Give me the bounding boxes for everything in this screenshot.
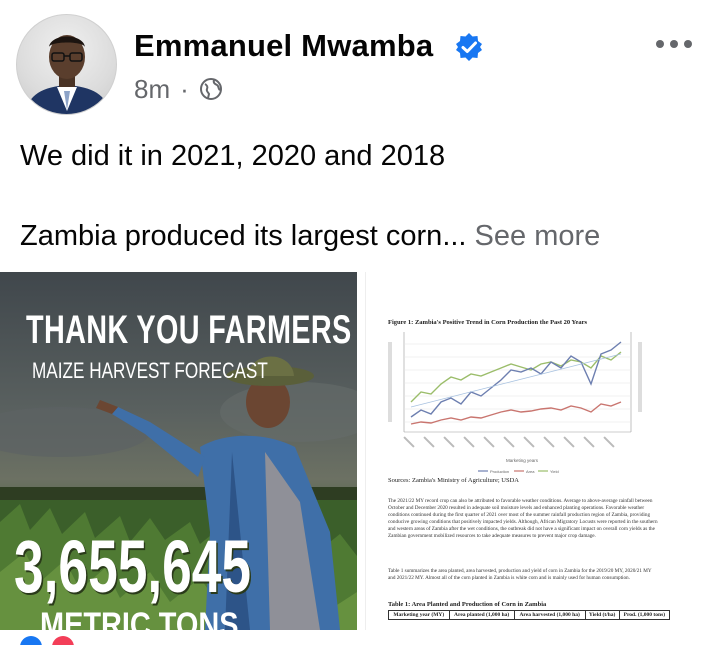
love-reaction-icon[interactable] <box>52 636 74 645</box>
post-text-line-2: Zambia produced its largest corn... See … <box>20 220 600 253</box>
post-header: Emmanuel Mwamba 8m · <box>16 14 704 115</box>
table-header-cell: Area harvested (1,000 ha) <box>513 610 586 620</box>
post-photo-report[interactable]: Figure 1: Zambia's Positive Trend in Cor… <box>365 272 720 630</box>
like-reaction-icon[interactable] <box>20 636 42 645</box>
chart-sources: Sources: Zambia's Ministry of Agricultur… <box>388 477 519 484</box>
post-meta: 8m · <box>134 74 223 104</box>
corn-table: Marketing year (MY) Area planted (1,000 … <box>388 610 671 620</box>
meta-separator: · <box>180 73 189 104</box>
table-header-cell: Yield (t/ha) <box>584 610 620 620</box>
table-header-row: Marketing year (MY) Area planted (1,000 … <box>388 610 671 620</box>
post-photo-farmers[interactable]: THANK YOU FARMERS MAIZE HARVEST FORECAST… <box>0 272 357 630</box>
corn-production-chart: Marketing years Production Area Yield <box>388 332 642 474</box>
see-more-link[interactable]: See more <box>475 220 601 252</box>
post-text-truncated: Zambia produced its largest corn... <box>20 220 467 252</box>
post-text-line-1: We did it in 2021, 2020 and 2018 <box>20 140 446 172</box>
photo-headline: THANK YOU FARMERS <box>26 308 352 352</box>
photo-subheadline: MAIZE HARVEST FORECAST <box>32 358 268 383</box>
report-document: Figure 1: Zambia's Positive Trend in Cor… <box>366 272 720 630</box>
globe-icon[interactable] <box>199 77 223 101</box>
table-header-cell: Marketing year (MY) <box>388 610 450 620</box>
table-title: Table 1: Area Planted and Production of … <box>388 601 547 608</box>
legend-production: Production <box>490 469 509 474</box>
harvest-number: 3,655,645 <box>14 525 252 608</box>
author-name[interactable]: Emmanuel Mwamba <box>134 28 433 64</box>
legend-yield: Yield <box>550 469 559 474</box>
harvest-unit: METRIC TONS <box>40 606 239 630</box>
legend-area: Area <box>526 469 535 474</box>
chart-x-axis-label: Marketing years <box>506 458 539 463</box>
table-header-cell: Area planted (1,000 ha) <box>448 610 515 620</box>
report-paragraph-1: The 2021/22 MY record crop can also be a… <box>388 498 658 539</box>
report-paragraph-2: Table 1 summarizes the area planted, are… <box>388 568 652 581</box>
more-options-icon[interactable] <box>654 36 694 52</box>
table-header-cell: Prod. (1,000 tons) <box>618 610 671 620</box>
author-avatar[interactable] <box>16 14 117 115</box>
post-time[interactable]: 8m <box>134 74 170 105</box>
verified-badge-icon <box>456 33 482 61</box>
